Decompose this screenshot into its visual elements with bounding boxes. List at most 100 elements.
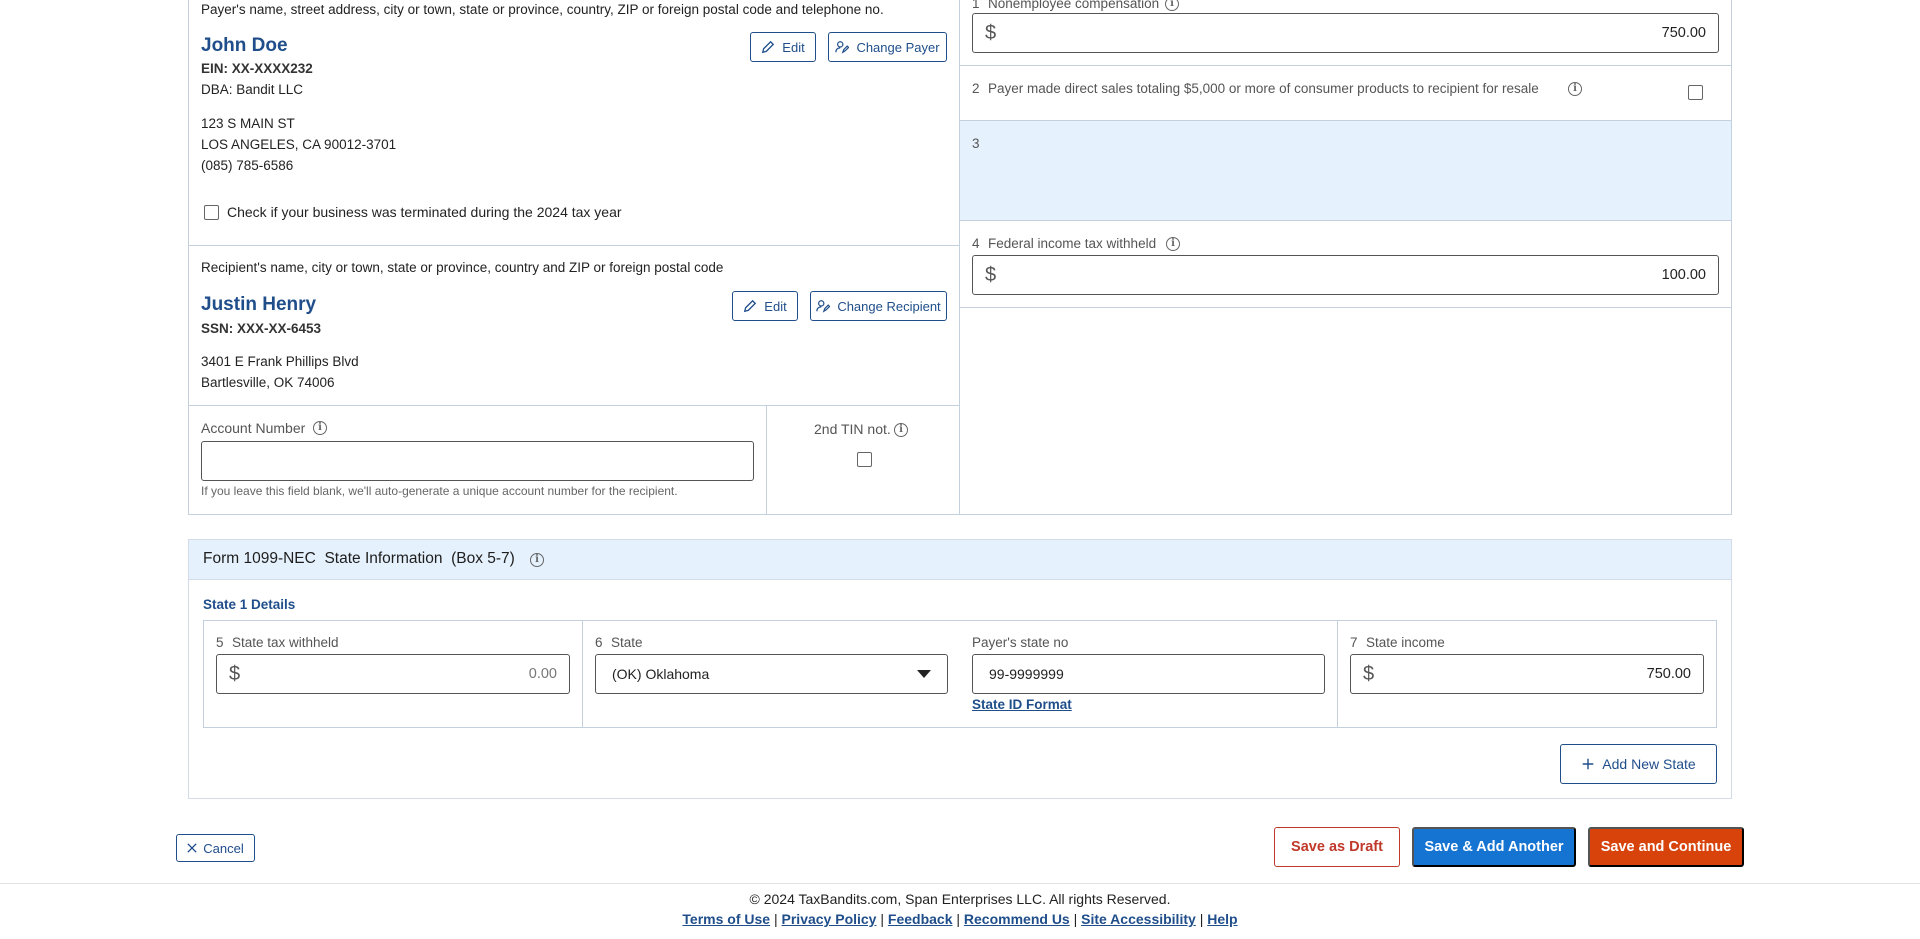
state-col-divider: [1337, 620, 1338, 728]
change-payer-label: Change Payer: [856, 39, 940, 55]
payer-section-label: Payer's name, street address, city or to…: [201, 2, 884, 17]
account-number-label: Account Number: [201, 420, 306, 436]
payer-state-no-input[interactable]: 99-9999999: [972, 654, 1325, 694]
info-icon[interactable]: i: [530, 553, 544, 567]
payer-phone: (085) 785-6586: [201, 158, 294, 173]
footer-copyright: © 2024 TaxBandits.com, Span Enterprises …: [749, 891, 1171, 907]
dollar-sign: $: [985, 21, 997, 44]
site-accessibility-link[interactable]: Site Accessibility: [1081, 911, 1196, 927]
box4-amount-value: 100.00: [1661, 267, 1706, 283]
info-icon[interactable]: i: [313, 421, 327, 435]
box5-number: 5: [216, 635, 224, 650]
cancel-label: Cancel: [203, 840, 244, 856]
recipient-name: Justin Henry: [201, 294, 317, 315]
box1-number: 1: [972, 0, 980, 11]
recipient-address2: Bartlesville, OK 74006: [201, 375, 335, 390]
second-tin-checkbox[interactable]: [857, 452, 872, 467]
cancel-button[interactable]: Cancel: [176, 834, 255, 862]
change-recipient-label: Change Recipient: [837, 298, 941, 314]
user-edit-icon: [816, 300, 831, 313]
footer-separator: |: [956, 911, 961, 927]
add-new-state-button[interactable]: Add New State: [1560, 744, 1717, 784]
account-number-hint: If you leave this field blank, we'll aut…: [201, 484, 678, 498]
box1-label: Nonemployee compensation: [988, 0, 1160, 11]
box5-amount-input[interactable]: $ 0.00: [216, 654, 570, 694]
dollar-sign: $: [985, 263, 997, 286]
box7-label: State income: [1366, 635, 1445, 650]
user-edit-icon: [835, 41, 850, 54]
recipient-divider: [188, 405, 959, 406]
box1-amount-value: 750.00: [1661, 25, 1706, 41]
recipient-edit-label: Edit: [764, 298, 787, 314]
box3-area: [960, 121, 1731, 220]
box4-divider: [959, 307, 1732, 308]
state-information-title: Form 1099-NEC State Information (Box 5-7…: [203, 550, 515, 567]
save-as-draft-button[interactable]: Save as Draft: [1274, 827, 1400, 867]
payer-divider: [188, 245, 959, 246]
change-payer-button[interactable]: Change Payer: [828, 32, 947, 62]
payer-name: John Doe: [201, 35, 288, 56]
help-link[interactable]: Help: [1207, 911, 1237, 927]
second-tin-label: 2nd TIN not.: [814, 421, 891, 437]
box3-divider: [959, 220, 1732, 221]
plus-icon: [1583, 758, 1594, 770]
state-select-value: (OK) Oklahoma: [612, 666, 710, 682]
state1-details-title: State 1 Details: [203, 597, 296, 612]
privacy-policy-link[interactable]: Privacy Policy: [782, 911, 877, 927]
state-select[interactable]: (OK) Oklahoma: [595, 654, 948, 694]
box2-number: 2: [972, 81, 980, 96]
box7-amount-input[interactable]: $ 750.00: [1350, 654, 1704, 694]
add-new-state-label: Add New State: [1602, 756, 1696, 772]
box7-amount-value: 750.00: [1646, 666, 1691, 682]
box6-number: 6: [595, 635, 603, 650]
footer-separator: |: [1073, 911, 1078, 927]
payer-address2: LOS ANGELES, CA 90012-3701: [201, 137, 397, 152]
footer-links: Terms of Use | Privacy Policy | Feedback…: [0, 911, 1920, 927]
pencil-icon: [762, 40, 775, 54]
recipient-section-label: Recipient's name, city or town, state or…: [201, 260, 724, 275]
dollar-sign: $: [1363, 662, 1375, 685]
box4-amount-input[interactable]: $ 100.00: [972, 255, 1719, 295]
box3-number: 3: [972, 136, 980, 151]
info-icon[interactable]: i: [1568, 82, 1582, 96]
box2-label: Payer made direct sales totaling $5,000 …: [988, 81, 1539, 96]
save-and-continue-button[interactable]: Save and Continue: [1588, 827, 1744, 867]
caret-down-icon: [917, 670, 931, 678]
footer-divider: [0, 883, 1920, 884]
state-id-format-link[interactable]: State ID Format: [972, 697, 1072, 712]
feedback-link[interactable]: Feedback: [888, 911, 953, 927]
close-icon: [187, 843, 197, 853]
recommend-us-link[interactable]: Recommend Us: [964, 911, 1070, 927]
box5-label: State tax withheld: [232, 635, 339, 650]
box1-divider: [959, 65, 1732, 66]
box4-number: 4: [972, 236, 980, 251]
recipient-edit-button[interactable]: Edit: [732, 291, 798, 321]
info-icon[interactable]: i: [1166, 237, 1180, 251]
terms-of-use-link[interactable]: Terms of Use: [682, 911, 770, 927]
terminated-checkbox[interactable]: [204, 205, 219, 220]
box1-amount-input[interactable]: $ 750.00: [972, 13, 1719, 53]
column-divider: [959, 0, 960, 515]
terminated-label: Check if your business was terminated du…: [227, 204, 622, 220]
footer-separator: |: [773, 911, 778, 927]
state-col-divider: [582, 620, 583, 728]
save-add-another-button[interactable]: Save & Add Another: [1412, 827, 1576, 867]
box7-number: 7: [1350, 635, 1358, 650]
account-number-input[interactable]: [201, 441, 754, 481]
payer-address1: 123 S MAIN ST: [201, 116, 295, 131]
change-recipient-button[interactable]: Change Recipient: [810, 291, 947, 321]
info-icon[interactable]: i: [894, 423, 908, 437]
payer-ein: EIN: XX-XXXX232: [201, 61, 313, 76]
box2-checkbox[interactable]: [1688, 85, 1703, 100]
payer-edit-button[interactable]: Edit: [750, 32, 816, 62]
box6-label: State: [611, 635, 643, 650]
recipient-address1: 3401 E Frank Phillips Blvd: [201, 354, 359, 369]
footer-separator: |: [1199, 911, 1204, 927]
footer-separator: |: [880, 911, 884, 927]
recipient-ssn: SSN: XXX-XX-6453: [201, 321, 322, 336]
payer-state-no-label: Payer's state no: [972, 635, 1069, 650]
payer-edit-label: Edit: [782, 39, 805, 55]
pencil-icon: [744, 299, 757, 313]
box5-amount-value: 0.00: [528, 666, 557, 682]
box4-label: Federal income tax withheld: [988, 236, 1157, 251]
